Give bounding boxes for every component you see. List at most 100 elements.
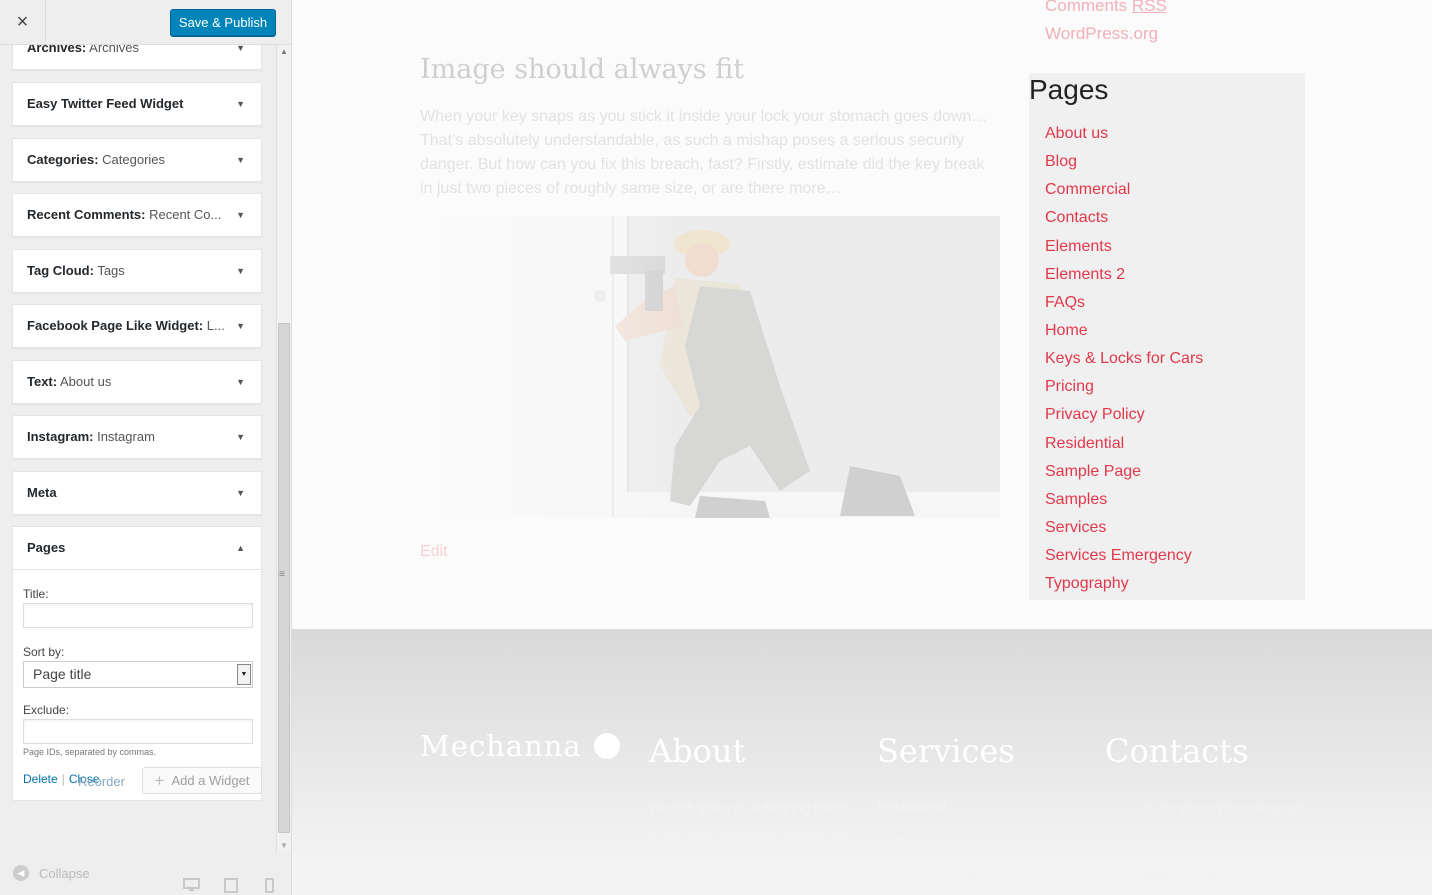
pages-list: About us Blog Commercial Contacts Elemen… — [1045, 122, 1203, 600]
footer-address: 22 St. Black Road Raleigh — [1140, 801, 1304, 817]
widget-title: Recent Co... — [149, 207, 222, 222]
footer-hours: Mon-Fri 9:00 — [1140, 867, 1220, 883]
reorder-link[interactable]: Reorder — [78, 774, 125, 789]
widget-meta[interactable]: Meta ▼ — [12, 471, 262, 515]
sortby-selected-value: Page title — [33, 666, 92, 682]
widget-type: Pages — [27, 540, 66, 555]
page-link[interactable]: Samples — [1045, 488, 1203, 516]
footer-service-link[interactable]: Commercial — [877, 832, 952, 848]
widget-pages-form: Title: Sort by: Page title ▼ Exclude: Pa… — [13, 571, 261, 800]
exclude-input[interactable] — [23, 719, 253, 744]
pages-heading: Pages — [1029, 74, 1109, 105]
widget-type: Meta — [27, 485, 57, 500]
widget-title: About us — [60, 374, 112, 389]
sidebar-scrollbar[interactable]: ▲ ≡ ▼ — [276, 45, 291, 853]
comments-link[interactable]: Comments — [1045, 0, 1127, 15]
page-link[interactable]: Commercial — [1045, 178, 1203, 206]
expand-arrow-icon[interactable]: ▼ — [236, 305, 245, 347]
page-link[interactable]: About us — [1045, 122, 1203, 150]
collapse-button[interactable]: Collapse — [39, 866, 90, 881]
monitor-icon: ▭ — [1105, 834, 1117, 848]
collapse-icon[interactable]: ◀ — [13, 865, 29, 881]
widget-categories[interactable]: Categories: Categories ▼ — [12, 138, 262, 182]
widget-title: Instagram — [97, 429, 155, 444]
tablet-preview-icon[interactable] — [224, 878, 238, 895]
widget-archives[interactable]: Archives: Archives ▼ — [12, 45, 262, 70]
widget-text[interactable]: Text: About us ▼ — [12, 360, 262, 404]
page-link[interactable]: Blog — [1045, 150, 1203, 178]
add-widget-label: Add a Widget — [171, 773, 250, 788]
customizer-header: × Save & Publish — [0, 0, 291, 45]
edit-link[interactable]: Edit — [420, 543, 448, 561]
scroll-up-arrow-icon[interactable]: ▲ — [277, 45, 291, 59]
widget-type: Instagram: — [27, 429, 94, 444]
resize-grip-icon[interactable]: ≡ — [277, 569, 287, 580]
post-title[interactable]: Image should always fit — [420, 54, 744, 85]
widget-instagram[interactable]: Instagram: Instagram ▼ — [12, 415, 262, 459]
rss-link[interactable]: RSS — [1132, 0, 1167, 15]
widget-type: Easy Twitter Feed Widget — [27, 96, 184, 111]
widget-facebook-page-like[interactable]: Facebook Page Like Widget: L... ▼ — [12, 304, 262, 348]
expand-arrow-icon[interactable]: ▼ — [236, 416, 245, 458]
footer-services-title: Services — [877, 732, 1015, 770]
widget-type: Facebook Page Like Widget: — [27, 318, 204, 333]
widget-title: Tags — [97, 263, 125, 278]
footer-about-title: About — [649, 732, 746, 770]
save-publish-button[interactable]: Save & Publish — [170, 9, 276, 36]
map-icon: ▭ — [1105, 801, 1117, 815]
customizer-sidebar: × Save & Publish Archives: Archives ▼ Ea… — [0, 0, 292, 895]
customizer-footer: ◀ Collapse — [0, 853, 291, 895]
footer-logo[interactable]: Mechanna — [420, 729, 620, 763]
page-link[interactable]: Services — [1045, 516, 1203, 544]
footer-service-link[interactable]: Services Emergency — [877, 865, 1005, 881]
site-footer: Mechanna About Services Contacts We will… — [292, 629, 1432, 895]
page-link[interactable]: Services Emergency — [1045, 544, 1203, 572]
post-excerpt: When your key snaps as you stick it insi… — [420, 108, 988, 197]
page-link[interactable]: Sample Page — [1045, 460, 1203, 488]
expand-arrow-icon[interactable]: ▼ — [236, 83, 245, 125]
wordpress-link[interactable]: WordPress.org — [1045, 20, 1167, 48]
page-link[interactable]: Contacts — [1045, 206, 1203, 234]
footer-email[interactable]: Mechanna@demolink.org — [1140, 834, 1300, 850]
sortby-select[interactable]: Page title ▼ — [23, 661, 253, 688]
widget-type: Archives: — [27, 45, 87, 55]
pages-widget-preview: Pages About us Blog Commercial Contacts … — [1029, 73, 1305, 600]
collapse-arrow-icon[interactable]: ▲ — [236, 527, 245, 569]
page-link[interactable]: Elements 2 — [1045, 263, 1203, 291]
site-preview[interactable]: Comments RSS WordPress.org Image should … — [292, 0, 1432, 895]
widget-type: Tag Cloud: — [27, 263, 94, 278]
delete-link[interactable]: Delete — [23, 772, 58, 786]
page-link[interactable]: Pricing — [1045, 375, 1203, 403]
page-link[interactable]: Residential — [1045, 432, 1203, 460]
actions-separator: | — [61, 772, 65, 786]
logo-text: Mechanna — [420, 729, 582, 763]
page-link[interactable]: Elements — [1045, 235, 1203, 263]
mobile-preview-icon[interactable] — [265, 878, 274, 895]
post-image[interactable] — [420, 216, 1000, 518]
expand-arrow-icon[interactable]: ▼ — [236, 45, 245, 69]
footer-service-link[interactable]: Residential — [877, 799, 946, 815]
expand-arrow-icon[interactable]: ▼ — [236, 250, 245, 292]
widget-tag-cloud[interactable]: Tag Cloud: Tags ▼ — [12, 249, 262, 293]
expand-arrow-icon[interactable]: ▼ — [236, 361, 245, 403]
page-link[interactable]: Keys & Locks for Cars — [1045, 347, 1203, 375]
expand-arrow-icon[interactable]: ▼ — [236, 139, 245, 181]
widget-pages-header[interactable]: Pages ▲ — [13, 527, 261, 570]
widget-easy-twitter-feed[interactable]: Easy Twitter Feed Widget ▼ — [12, 82, 262, 126]
add-widget-button[interactable]: + Add a Widget — [142, 767, 262, 794]
widget-title: L... — [206, 318, 225, 333]
widgets-panel[interactable]: Archives: Archives ▼ Easy Twitter Feed W… — [0, 45, 276, 853]
expand-arrow-icon[interactable]: ▼ — [236, 472, 245, 514]
dropdown-arrow-icon[interactable]: ▼ — [237, 664, 251, 685]
close-icon[interactable]: × — [0, 0, 46, 45]
page-link[interactable]: Privacy Policy — [1045, 403, 1203, 431]
scroll-down-arrow-icon[interactable]: ▼ — [277, 839, 291, 853]
page-link[interactable]: FAQs — [1045, 291, 1203, 319]
expand-arrow-icon[interactable]: ▼ — [236, 194, 245, 236]
widget-recent-comments[interactable]: Recent Comments: Recent Co... ▼ — [12, 193, 262, 237]
desktop-preview-icon[interactable] — [183, 878, 200, 895]
page-link[interactable]: Home — [1045, 319, 1203, 347]
clock-icon: ◷ — [1105, 867, 1116, 881]
page-link[interactable]: Typography — [1045, 572, 1203, 600]
title-input[interactable] — [23, 603, 253, 628]
